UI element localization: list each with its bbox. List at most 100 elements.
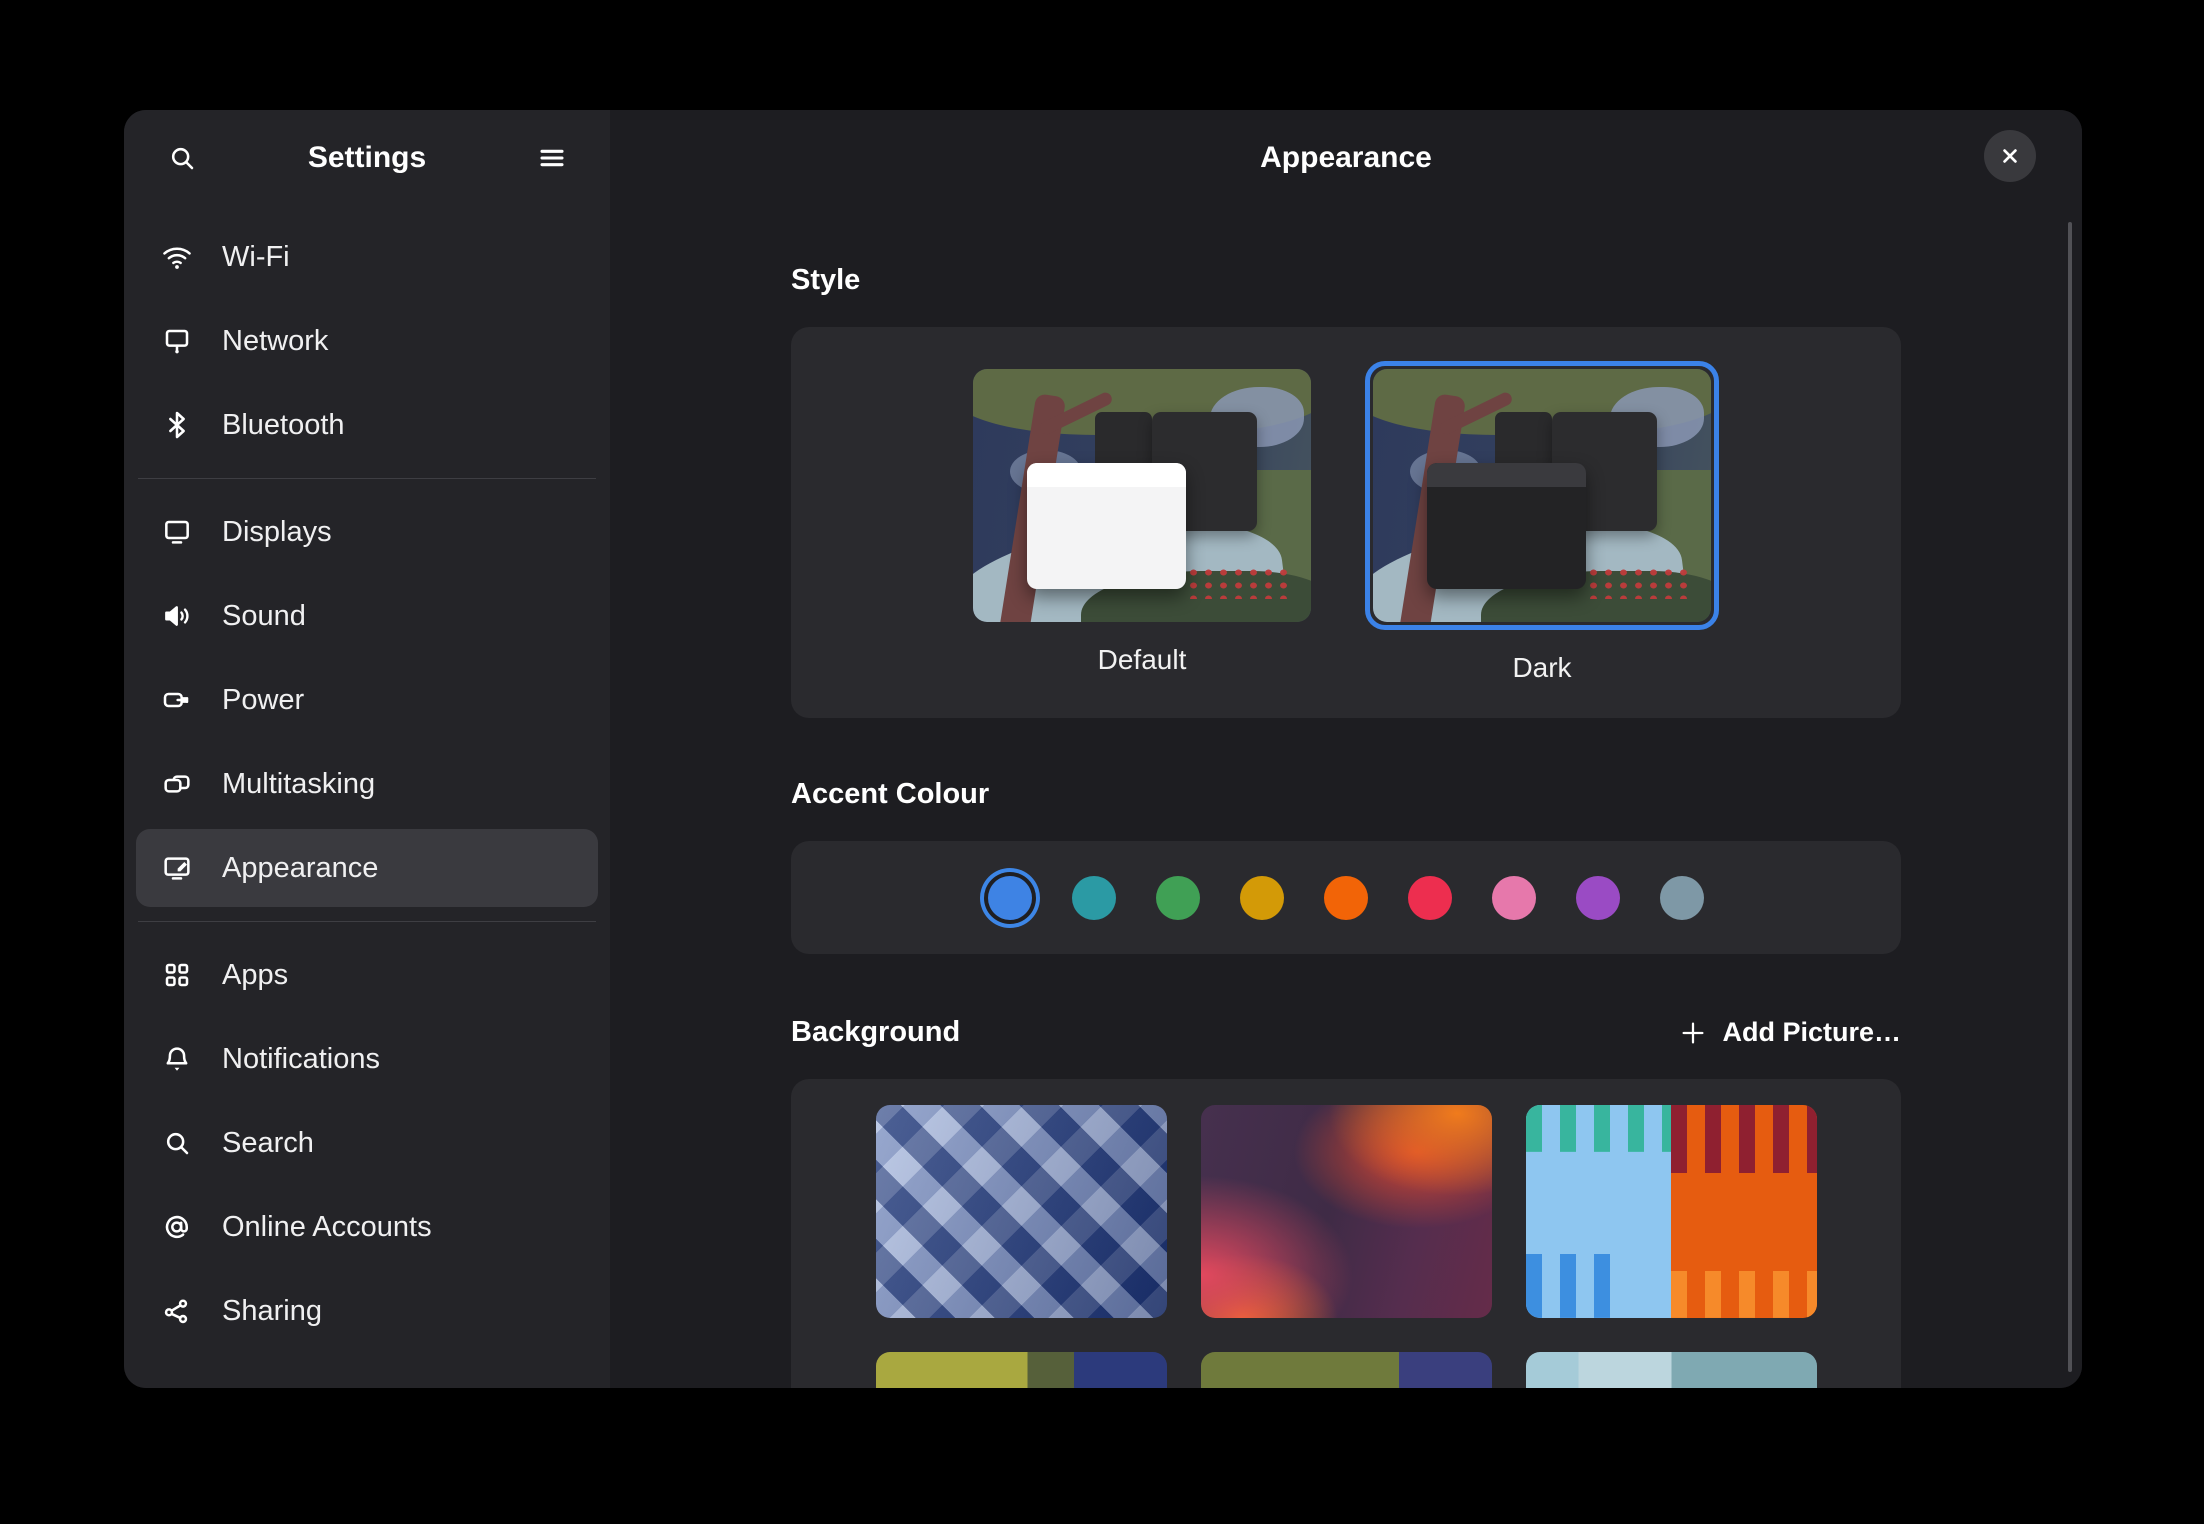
appearance-pane: Appearance Style [610, 110, 2082, 1388]
sidebar-item-label: Displays [222, 516, 332, 549]
sidebar-item-label: Sound [222, 600, 306, 633]
sidebar-item-label: Apps [222, 959, 288, 992]
preview-window-titlebar [1027, 463, 1186, 487]
style-preview-default [973, 369, 1311, 622]
sidebar-item-appearance[interactable]: Appearance [136, 829, 598, 907]
display-icon [160, 515, 194, 549]
sidebar-item-label: Wi-Fi [222, 241, 290, 274]
bell-icon [160, 1042, 194, 1076]
preview-window-titlebar [1427, 463, 1586, 487]
accent-section-label: Accent Colour [791, 778, 1901, 811]
plus-icon [1678, 1018, 1708, 1048]
accent-color-yellow[interactable] [1240, 876, 1284, 920]
apps-grid-icon [160, 958, 194, 992]
sidebar-item-search[interactable]: Search [136, 1104, 598, 1182]
sidebar-item-label: Online Accounts [222, 1211, 432, 1244]
wallpaper-pills-light-half [1526, 1105, 1672, 1318]
style-preview-dark [1373, 369, 1711, 622]
style-section-label: Style [791, 264, 1901, 297]
style-option-label-dark: Dark [1512, 652, 1571, 684]
style-option-default[interactable]: Default [973, 369, 1311, 676]
close-icon [1997, 143, 2023, 169]
sidebar-item-label: Appearance [222, 852, 378, 885]
accent-color-purple[interactable] [1576, 876, 1620, 920]
sidebar-item-label: Network [222, 325, 328, 358]
accent-color-pink[interactable] [1492, 876, 1536, 920]
sidebar-item-sound[interactable]: Sound [136, 577, 598, 655]
sidebar-item-displays[interactable]: Displays [136, 493, 598, 571]
add-picture-button[interactable]: Add Picture… [1678, 1017, 1901, 1048]
sidebar-item-bluetooth[interactable]: Bluetooth [136, 386, 598, 464]
sidebar-divider [138, 478, 596, 479]
wallpaper-thumbnail-olive-partial[interactable] [1201, 1352, 1492, 1388]
sidebar-title: Settings [210, 141, 524, 175]
style-option-dark[interactable]: Dark [1365, 361, 1719, 684]
sidebar-item-online-accounts[interactable]: Online Accounts [136, 1188, 598, 1266]
hamburger-menu-icon [536, 142, 568, 174]
accent-color-slate[interactable] [1660, 876, 1704, 920]
battery-icon [160, 683, 194, 717]
appearance-icon [160, 851, 194, 885]
sidebar-item-label: Power [222, 684, 304, 717]
bluetooth-icon [160, 408, 194, 442]
sidebar-divider [138, 921, 596, 922]
sidebar-nav: Wi-Fi Network Bl [124, 206, 610, 1356]
network-icon [160, 324, 194, 358]
selected-style-frame [1365, 361, 1719, 630]
sidebar-item-network[interactable]: Network [136, 302, 598, 380]
share-icon [160, 1294, 194, 1328]
add-picture-label: Add Picture… [1722, 1017, 1901, 1048]
sidebar-item-wifi[interactable]: Wi-Fi [136, 218, 598, 296]
background-section-label: Background [791, 1016, 960, 1049]
style-option-label-default: Default [1098, 644, 1187, 676]
screen-background: Settings Wi-Fi [0, 0, 2204, 1524]
search-icon [166, 142, 198, 174]
at-sign-icon [160, 1210, 194, 1244]
sidebar-item-sharing[interactable]: Sharing [136, 1272, 598, 1350]
sidebar-item-multitasking[interactable]: Multitasking [136, 745, 598, 823]
sidebar: Settings Wi-Fi [124, 110, 610, 1388]
style-card: Default [791, 327, 1901, 718]
wallpaper-pills-dark-half [1671, 1105, 1817, 1318]
main-menu-button[interactable] [524, 130, 580, 186]
wallpaper-row-1 [876, 1105, 1817, 1318]
page-title: Appearance [1260, 141, 1432, 175]
wallpaper-thumbnail-purple-orange-waves[interactable] [1201, 1105, 1492, 1318]
wallpaper-thumbnail-field-partial[interactable] [876, 1352, 1167, 1388]
accent-color-red[interactable] [1408, 876, 1452, 920]
multitasking-icon [160, 767, 194, 801]
sidebar-item-label: Multitasking [222, 768, 375, 801]
sidebar-item-label: Notifications [222, 1043, 380, 1076]
sidebar-item-label: Bluetooth [222, 409, 345, 442]
close-window-button[interactable] [1984, 130, 2036, 182]
wallpaper-row-2 [876, 1352, 1817, 1388]
preview-light-window [1027, 463, 1186, 590]
wallpaper-thumbnail-pills-split[interactable] [1526, 1105, 1817, 1318]
appearance-content: Style [791, 264, 1901, 1388]
wallpaper-thumbnail-blue-geometric[interactable] [876, 1105, 1167, 1318]
sidebar-item-label: Sharing [222, 1295, 322, 1328]
settings-window: Settings Wi-Fi [124, 110, 2082, 1388]
wallpaper-thumbnail-teal-partial[interactable] [1526, 1352, 1817, 1388]
style-options: Default [973, 327, 1719, 718]
speaker-icon [160, 599, 194, 633]
accent-color-green[interactable] [1156, 876, 1200, 920]
accent-color-blue[interactable] [988, 876, 1032, 920]
wifi-icon [160, 240, 194, 274]
search-icon [160, 1126, 194, 1160]
background-card [791, 1079, 1901, 1388]
scrollbar[interactable] [2068, 222, 2072, 1372]
accent-color-teal[interactable] [1072, 876, 1116, 920]
preview-flowers [1586, 566, 1694, 599]
sidebar-item-label: Search [222, 1127, 314, 1160]
accent-colour-card [791, 841, 1901, 954]
sidebar-item-apps[interactable]: Apps [136, 936, 598, 1014]
preview-flowers [1186, 566, 1294, 599]
search-button[interactable] [154, 130, 210, 186]
sidebar-item-power[interactable]: Power [136, 661, 598, 739]
background-section-header: Background Add Picture… [791, 1016, 1901, 1049]
sidebar-header: Settings [124, 110, 610, 206]
accent-color-orange[interactable] [1324, 876, 1368, 920]
sidebar-item-notifications[interactable]: Notifications [136, 1020, 598, 1098]
preview-dark-window [1427, 463, 1586, 590]
